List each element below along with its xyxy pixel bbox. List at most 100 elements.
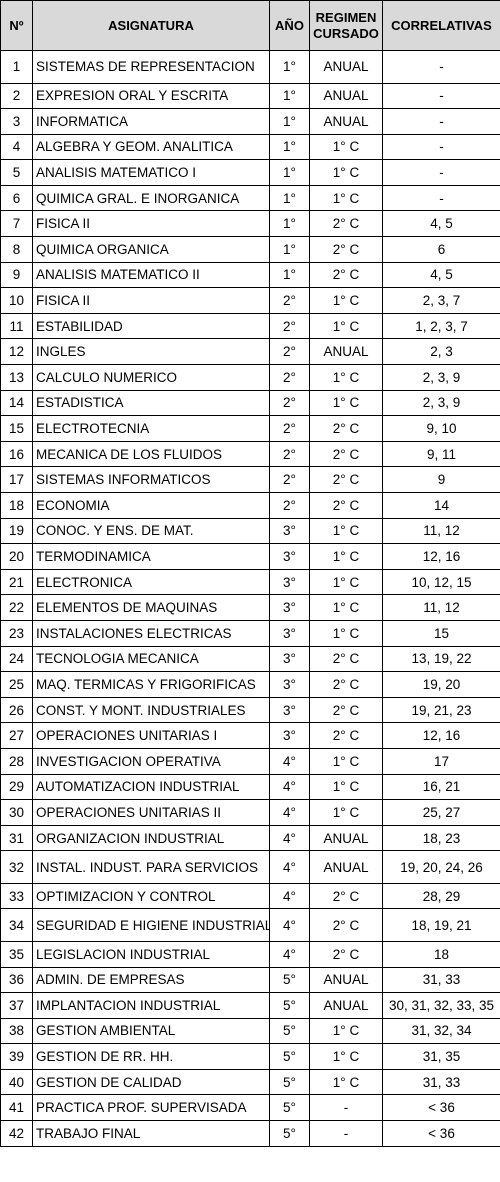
table-row: 22 ELEMENTOS DE MAQUINAS 3° 1° C 11, 12	[0, 594, 500, 621]
row-anio: 2°	[269, 389, 310, 417]
table-row: 24 TECNOLOGIA MECANICA 3° 2° C 13, 19, 22	[0, 645, 500, 673]
row-anio: 1°	[269, 133, 310, 161]
row-num: 27	[0, 722, 33, 749]
row-num: 39	[0, 1043, 33, 1070]
row-num: 5	[0, 159, 33, 186]
table-row: 2 EXPRESION ORAL Y ESCRITA 1° ANUAL -	[0, 82, 500, 110]
row-correlativas: 18, 23	[382, 824, 500, 852]
table-row: 28 INVESTIGACION OPERATIVA 4° 1° C 17	[0, 747, 500, 775]
row-asignatura: TECNOLOGIA MECANICA	[32, 645, 270, 673]
row-correlativas: 17	[382, 747, 500, 775]
row-asignatura: GESTION AMBIENTAL	[32, 1017, 270, 1045]
row-regimen: 1° C	[309, 1068, 383, 1096]
row-anio: 4°	[269, 747, 310, 775]
row-anio: 1°	[269, 82, 310, 110]
table-row: 13 CALCULO NUMERICO 2° 1° C 2, 3, 9	[0, 364, 500, 391]
row-anio: 2°	[269, 440, 310, 468]
row-anio: 5°	[269, 1094, 310, 1122]
row-num: 2	[0, 82, 33, 110]
table-row: 35 LEGISLACION INDUSTRIAL 4° 2° C 18	[0, 940, 500, 968]
row-asignatura: INSTALACIONES ELECTRICAS	[32, 619, 270, 647]
table-row: 42 TRABAJO FINAL 5° - < 36	[0, 1120, 500, 1147]
row-anio: 3°	[269, 517, 310, 545]
row-num: 42	[0, 1120, 33, 1147]
row-correlativas: 6	[382, 236, 500, 263]
header-row: Nº ASIGNATURA AÑO REGIMEN CURSADO CORREL…	[0, 0, 500, 51]
row-correlativas: 9, 11	[382, 440, 500, 468]
row-asignatura: IMPLANTACION INDUSTRIAL	[32, 992, 270, 1019]
row-anio: 2°	[269, 287, 310, 314]
row-num: 7	[0, 210, 33, 238]
row-asignatura: INVESTIGACION OPERATIVA	[32, 747, 270, 775]
row-asignatura: CONST. Y MONT. INDUSTRIALES	[32, 696, 270, 724]
row-num: 21	[0, 568, 33, 596]
row-anio: 1°	[269, 108, 310, 135]
table-row: 27 OPERACIONES UNITARIAS I 3° 2° C 12, 16	[0, 722, 500, 749]
table-row: 19 CONOC. Y ENS. DE MAT. 3° 1° C 11, 12	[0, 517, 500, 545]
row-num: 11	[0, 312, 33, 340]
row-regimen: ANUAL	[309, 108, 383, 135]
row-correlativas: -	[382, 159, 500, 186]
row-num: 22	[0, 594, 33, 621]
row-regimen: 1° C	[309, 312, 383, 340]
row-asignatura: ALGEBRA Y GEOM. ANALITICA	[32, 133, 270, 161]
row-correlativas: 15	[382, 619, 500, 647]
row-correlativas: 31, 35	[382, 1043, 500, 1070]
row-regimen: 2° C	[309, 645, 383, 673]
table-row: 6 QUIMICA GRAL. E INORGANICA 1° 1° C-	[0, 184, 500, 212]
row-anio: 1°	[269, 159, 310, 186]
row-num: 25	[0, 671, 33, 698]
row-num: 34	[0, 908, 33, 942]
row-regimen: ANUAL	[309, 850, 383, 884]
row-num: 38	[0, 1017, 33, 1045]
row-asignatura: ELEMENTOS DE MAQUINAS	[32, 594, 270, 621]
row-correlativas: 2, 3, 9	[382, 389, 500, 417]
row-correlativas: 28, 29	[382, 882, 500, 910]
row-anio: 2°	[269, 338, 310, 366]
row-anio: 4°	[269, 882, 310, 910]
row-anio: 2°	[269, 466, 310, 493]
row-correlativas: 25, 27	[382, 799, 500, 826]
row-regimen: ANUAL	[309, 82, 383, 110]
table-row: 34 SEGURIDAD E HIGIENE INDUSTRIAL 4° 2° C 18…	[0, 908, 500, 942]
table-row: 3 INFORMATICA 1° ANUAL -	[0, 108, 500, 135]
row-regimen: 1° C	[309, 133, 383, 161]
header-anio: AÑO	[269, 0, 310, 51]
row-regimen: 1° C	[309, 159, 383, 186]
row-asignatura: GESTION DE CALIDAD	[32, 1068, 270, 1096]
row-asignatura: TERMODINAMICA	[32, 543, 270, 570]
row-regimen: 1° C	[309, 287, 383, 314]
row-regimen: ANUAL	[309, 966, 383, 994]
row-asignatura: EXPRESION ORAL Y ESCRITA	[32, 82, 270, 110]
table-row: 5 ANALISIS MATEMATICO I 1° 1° C-	[0, 159, 500, 186]
header-regimen-line1: REGIMEN	[315, 9, 377, 25]
table-row: 32 INSTAL. INDUST. PARA SERVICIOS 4° ANUAL 1…	[0, 850, 500, 884]
row-regimen: 2° C	[309, 492, 383, 519]
row-correlativas: 9, 10	[382, 415, 500, 442]
table-row: 18 ECONOMIA 2° 2° C 14	[0, 492, 500, 519]
table-row: 7 FISICA II 1° 2° C 4, 5	[0, 210, 500, 238]
row-anio: 1°	[269, 50, 310, 84]
row-num: 6	[0, 184, 33, 212]
row-asignatura: INGLES	[32, 338, 270, 366]
row-asignatura: ADMIN. DE EMPRESAS	[32, 966, 270, 994]
row-regimen: 2° C	[309, 415, 383, 442]
row-anio: 3°	[269, 543, 310, 570]
row-correlativas: 18	[382, 940, 500, 968]
row-regimen: 2° C	[309, 671, 383, 698]
row-num: 13	[0, 364, 33, 391]
row-regimen: ANUAL	[309, 50, 383, 84]
row-asignatura: QUIMICA GRAL. E INORGANICA	[32, 184, 270, 212]
row-asignatura: TRABAJO FINAL	[32, 1120, 270, 1147]
row-anio: 4°	[269, 773, 310, 801]
table-row: 4 ALGEBRA Y GEOM. ANALITICA 1° 1° C-	[0, 133, 500, 161]
row-correlativas: 4, 5	[382, 261, 500, 289]
row-regimen: 1° C	[309, 543, 383, 570]
header-asignatura: ASIGNATURA	[32, 0, 270, 51]
row-anio: 3°	[269, 671, 310, 698]
table-row: 20 TERMODINAMICA 3° 1° C 12, 16	[0, 543, 500, 570]
row-anio: 2°	[269, 415, 310, 442]
header-regimen: REGIMEN CURSADO	[309, 0, 383, 51]
row-num: 32	[0, 850, 33, 884]
row-anio: 5°	[269, 966, 310, 994]
